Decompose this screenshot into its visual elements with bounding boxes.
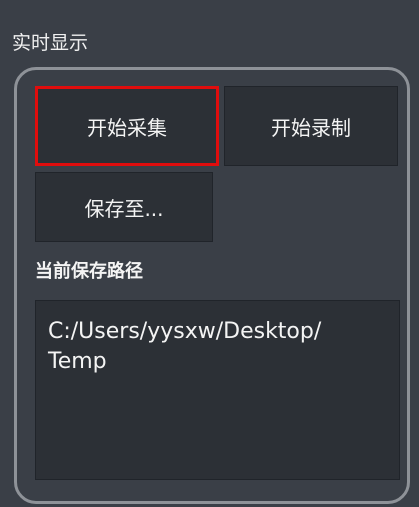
save-path-field[interactable]: C:/Users/yysxw/Desktop/ Temp <box>35 300 400 480</box>
panel-title: 实时显示 <box>12 32 89 54</box>
save-path-label: 当前保存路径 <box>35 261 143 282</box>
save-to-button[interactable]: 保存至... <box>35 172 213 242</box>
start-capture-button[interactable]: 开始采集 <box>35 86 219 166</box>
start-record-button[interactable]: 开始录制 <box>224 86 398 166</box>
